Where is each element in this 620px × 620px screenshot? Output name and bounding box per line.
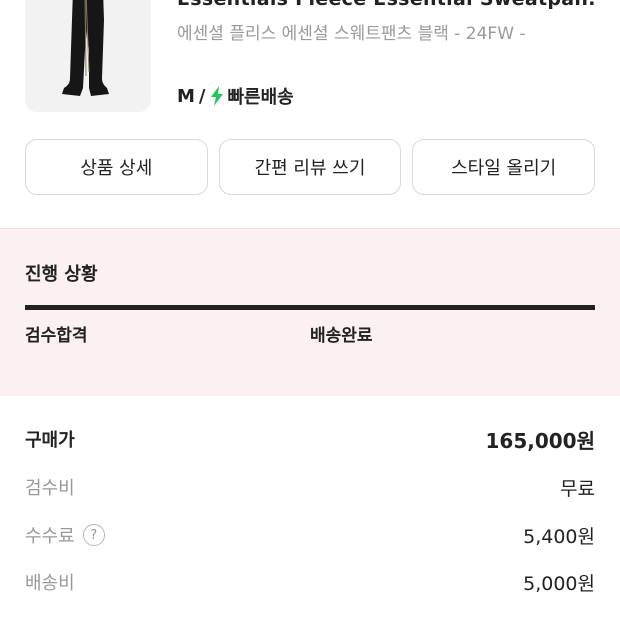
action-buttons: 상품 상세 간편 리뷰 쓰기 스타일 올리기 [25,139,596,195]
fast-delivery-label: 빠른배송 [227,87,294,108]
product-thumbnail[interactable] [25,0,151,112]
shipping-fee-row: 배송비 5,000원 [25,567,595,597]
product-summary: Essentials Fleece Essential Sweatpan... … [0,0,620,140]
option-separator: / [198,85,206,107]
progress-title: 진행 상황 [25,264,98,285]
size-label: M [177,85,195,107]
step-delivered: 배송완료 [310,326,373,346]
inspection-fee-value: 무료 [560,477,595,500]
product-option: M / 빠른배송 [177,83,294,109]
progress-section: 진행 상황 검수합격 배송완료 [0,228,620,396]
lightning-icon [210,86,223,106]
progress-bar [25,305,595,310]
purchase-price-label: 구매가 [25,430,75,451]
inspection-fee-row: 검수비 무료 [25,472,595,502]
commission-value: 5,400원 [523,525,595,548]
commission-label-wrap: 수수료 ? [25,522,105,548]
purchase-price-row: 구매가 165,000원 [25,424,595,454]
sweatpants-image [62,0,109,96]
shipping-fee-label: 배송비 [25,573,75,594]
help-icon[interactable]: ? [82,524,105,546]
post-style-button[interactable]: 스타일 올리기 [412,139,596,195]
shipping-fee-value: 5,000원 [523,572,595,595]
purchase-price-value: 165,000원 [485,428,596,453]
product-detail-button[interactable]: 상품 상세 [25,139,208,195]
commission-label: 수수료 [25,526,75,547]
inspection-fee-label: 검수비 [25,478,75,499]
product-name[interactable]: Essentials Fleece Essential Sweatpan... [177,0,597,10]
commission-row: 수수료 ? 5,400원 [25,520,595,550]
quick-review-button[interactable]: 간편 리뷰 쓰기 [218,139,402,195]
product-subtitle: 에센셜 플리스 에센셜 스웨트팬츠 블랙 - 24FW - [177,24,526,44]
step-inspection-passed: 검수합격 [25,326,88,346]
